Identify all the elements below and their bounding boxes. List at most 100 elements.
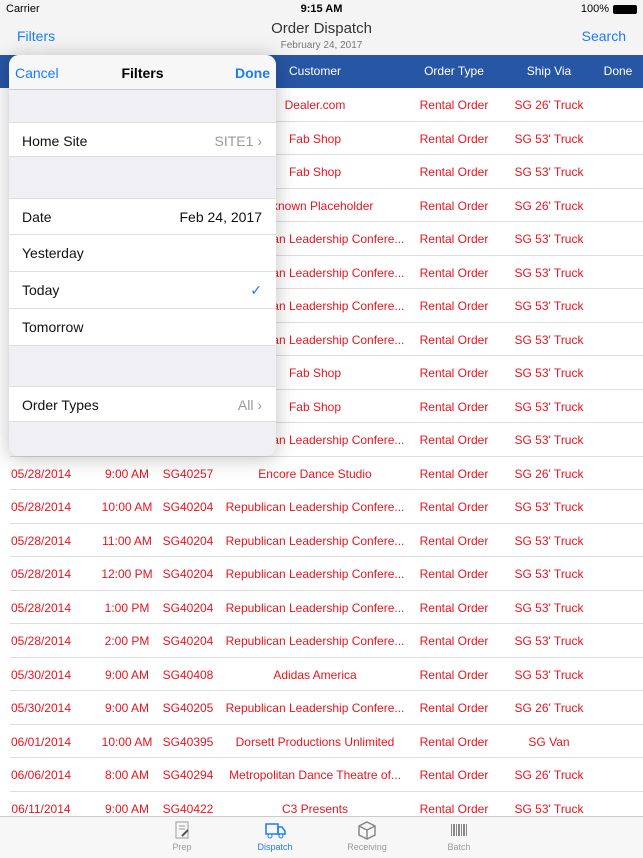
- cell-order-type: Rental Order: [419, 399, 489, 414]
- checkmark-icon: ✓: [250, 282, 262, 298]
- cell-customer: Dorsett Productions Unlimited: [235, 734, 395, 749]
- order-types-text: All: [237, 397, 254, 413]
- cell-ship-via: SG 53' Truck: [514, 131, 584, 146]
- table-row[interactable]: 05/30/2014 9:00 AM SG40205 Republican Leade…: [10, 691, 643, 725]
- order-types-row[interactable]: Order Types All ›: [9, 386, 276, 422]
- status-bar: Carrier 9:15 AM 100%: [0, 0, 643, 18]
- cell-order-type: Rental Order: [419, 801, 489, 816]
- home-site-row[interactable]: Home Site SITE1 ›: [9, 122, 276, 157]
- cell-time: 9:00 AM: [104, 801, 150, 816]
- truck-icon: [265, 823, 286, 839]
- cell-order-number: SG40422: [162, 801, 214, 816]
- cell-order-type: Rental Order: [419, 768, 489, 782]
- cell-time: 12:00 PM: [101, 567, 153, 581]
- cell-ship-via: SG 53' Truck: [514, 399, 584, 414]
- cell-order-type: Rental Order: [419, 533, 489, 548]
- cell-ship-via: SG 53' Truck: [514, 600, 584, 615]
- popover-header: Cancel Filters Done: [9, 55, 276, 90]
- cell-time: 10:00 AM: [101, 500, 153, 514]
- cell-customer: Republican Leadership Confere...: [225, 701, 405, 715]
- tab-prep[interactable]: Prep: [152, 820, 212, 852]
- tab-label: Receiving: [347, 842, 387, 852]
- tab-bar: Prep Dispatch Receiving Batch: [0, 816, 643, 858]
- cell-order-number: SG40204: [162, 634, 214, 648]
- cell-ship-via: SG 53' Truck: [514, 232, 584, 246]
- tab-receiving[interactable]: Receiving: [337, 820, 397, 852]
- cell-ship-via: SG 53' Truck: [514, 500, 584, 514]
- header-order-type[interactable]: Order Type: [404, 64, 504, 78]
- table-row[interactable]: 05/28/2014 1:00 PM SG40204 Republican Leade…: [10, 591, 643, 624]
- today-label: Today: [22, 282, 60, 298]
- tab-label: Prep: [172, 842, 192, 852]
- cell-ship-via: SG 26' Truck: [514, 466, 584, 481]
- chevron-right-icon: ›: [257, 133, 262, 149]
- cell-customer: Republican Leadership Confere...: [225, 600, 405, 615]
- cell-date: 06/01/2014: [10, 734, 72, 749]
- cell-order-type: Rental Order: [419, 98, 489, 112]
- battery-icon: [613, 5, 637, 14]
- home-site-label: Home Site: [22, 133, 88, 149]
- cell-order-number: SG40395: [162, 734, 214, 749]
- home-site-value: SITE1 ›: [215, 133, 262, 149]
- header-done[interactable]: Done: [598, 64, 638, 78]
- home-site-text: SITE1: [214, 133, 254, 149]
- cell-date: 05/28/2014: [10, 600, 72, 615]
- cell-customer: Adidas America: [273, 667, 357, 682]
- table-row[interactable]: 05/28/2014 11:00 AM SG40204 Republican Lead…: [10, 524, 643, 557]
- cell-order-type: Rental Order: [419, 701, 489, 715]
- cell-ship-via: SG 26' Truck: [514, 701, 584, 715]
- cell-customer: Republican Leadership Confere...: [225, 533, 405, 548]
- table-row[interactable]: 05/28/2014 9:00 AM SG40257 Encore Dance Stu…: [10, 457, 643, 490]
- yesterday-option[interactable]: Yesterday: [9, 235, 276, 272]
- cell-ship-via: SG Van: [528, 734, 570, 749]
- table-row[interactable]: 05/30/2014 9:00 AM SG40408 Adidas America Re…: [10, 658, 643, 691]
- filters-popover: Cancel Filters Done Home Site SITE1 › Da…: [9, 55, 276, 456]
- cell-order-number: SG40408: [162, 667, 214, 682]
- tomorrow-option[interactable]: Tomorrow: [9, 309, 276, 346]
- table-row[interactable]: 06/06/2014 8:00 AM SG40294 Metropolitan Dan…: [10, 758, 643, 792]
- cell-order-type: Rental Order: [419, 198, 489, 213]
- cell-order-type: Rental Order: [419, 366, 489, 380]
- cell-date: 05/28/2014: [10, 466, 72, 481]
- done-button[interactable]: Done: [235, 65, 270, 81]
- table-row[interactable]: 06/01/2014 10:00 AM SG40395 Dorsett Product…: [10, 725, 643, 758]
- cell-ship-via: SG 53' Truck: [514, 533, 584, 548]
- cell-ship-via: SG 53' Truck: [514, 634, 584, 648]
- cell-ship-via: SG 26' Truck: [514, 768, 584, 782]
- yesterday-label: Yesterday: [22, 245, 84, 261]
- cell-ship-via: SG 53' Truck: [514, 433, 584, 447]
- search-button[interactable]: Search: [582, 28, 626, 44]
- cell-time: 1:00 PM: [104, 600, 150, 615]
- cell-customer: Republican Leadership Confere...: [225, 567, 405, 581]
- cell-order-type: Rental Order: [419, 299, 489, 313]
- cell-date: 05/28/2014: [10, 567, 72, 581]
- cell-order-number: SG40294: [162, 768, 214, 782]
- tab-dispatch[interactable]: Dispatch: [245, 820, 305, 852]
- cell-ship-via: SG 53' Truck: [514, 165, 584, 179]
- cell-ship-via: SG 53' Truck: [514, 567, 584, 581]
- cell-ship-via: SG 53' Truck: [514, 801, 584, 816]
- table-row[interactable]: 05/28/2014 2:00 PM SG40204 Republican Leade…: [10, 624, 643, 658]
- table-row[interactable]: 05/28/2014 12:00 PM SG40204 Republican Lead…: [10, 557, 643, 591]
- cell-customer: Metropolitan Dance Theatre of...: [229, 768, 401, 782]
- table-row[interactable]: 05/28/2014 10:00 AM SG40204 Republican Lead…: [10, 490, 643, 524]
- header-customer[interactable]: Customer: [265, 64, 365, 78]
- cell-ship-via: SG 26' Truck: [514, 98, 584, 112]
- header-ship-via[interactable]: Ship Via: [509, 64, 589, 78]
- filters-button[interactable]: Filters: [17, 28, 55, 44]
- cell-order-number: SG40205: [162, 701, 214, 715]
- page-subtitle: February 24, 2017: [280, 40, 363, 51]
- date-row[interactable]: Date Feb 24, 2017: [9, 198, 276, 235]
- cell-order-type: Rental Order: [419, 667, 489, 682]
- tab-batch[interactable]: Batch: [429, 820, 489, 852]
- cell-date: 05/28/2014: [10, 533, 72, 548]
- cell-time: 9:00 AM: [104, 667, 150, 682]
- cell-order-number: SG40204: [162, 600, 214, 615]
- cell-date: 05/30/2014: [10, 667, 72, 682]
- cell-customer: Republican Leadership Confere...: [225, 634, 405, 648]
- cell-order-type: Rental Order: [419, 500, 489, 514]
- clock: 9:15 AM: [300, 3, 343, 15]
- cell-order-type: Rental Order: [419, 165, 489, 179]
- today-option[interactable]: Today ✓: [9, 272, 276, 309]
- cell-date: 06/11/2014: [11, 801, 71, 816]
